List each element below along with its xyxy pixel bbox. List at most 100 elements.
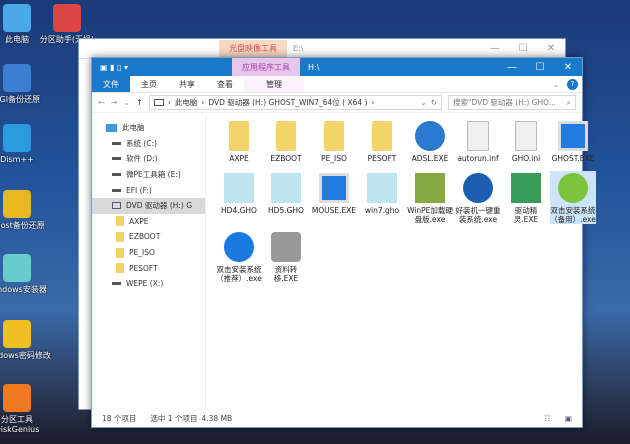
file-item[interactable]: HD5.GHO [263,171,309,215]
ghost-icon [224,173,254,203]
recent-chevron-icon[interactable]: ⌄ [123,98,130,107]
desktop-icon-label: Ghost备份还原 [0,221,45,230]
context-tab-disc-tools[interactable]: 光盘映像工具 [219,39,287,58]
globe-icon [415,121,445,151]
card-icon [511,173,541,203]
desktop-icon[interactable]: Windows安装器 [0,254,52,295]
nav-item[interactable]: PE_ISO [92,245,205,261]
nav-item-label: DVD 驱动器 (H:) G [126,201,193,211]
desktop-icon[interactable]: Dism++ [0,124,52,165]
tab-view[interactable]: 查看 [206,76,244,92]
maximize-button[interactable]: ☐ [509,43,537,54]
quick-access-toolbar[interactable]: ▣ ▮ ▯ ▾ [92,63,232,72]
address-bar[interactable]: › 此电脑 › DVD 驱动器 (H:) GHOST_WIN7_64位 ( X64 … [148,95,442,110]
nav-item[interactable]: EFI (F:) [92,182,205,198]
file-item[interactable]: 好装机一键重装系统.exe [455,171,501,224]
file-item[interactable]: AXPE [216,119,262,163]
desktop-icon-label: CGI备份还原 [0,95,41,104]
app-icon [3,64,31,92]
maximize-button[interactable]: ☐ [526,62,554,73]
tab-manage[interactable]: 管理 [244,76,304,92]
nav-item-label: PESOFT [129,263,158,273]
file-name: 双击安装系统（推荐）.exe [216,265,262,283]
nav-item[interactable]: 微PE工具箱 (E:) [92,167,205,183]
tab-share[interactable]: 共享 [168,76,206,92]
close-button[interactable]: ✕ [537,43,565,54]
close-button[interactable]: ✕ [554,62,582,73]
file-name: GHO.ini [511,154,541,163]
search-input[interactable]: 搜索"DVD 驱动器 (H:) GHO... ⌕ [448,95,576,110]
ghost-icon [367,173,397,203]
file-item[interactable]: EZBOOT [263,119,309,163]
up-arrow-icon[interactable]: ↑ [136,98,143,107]
tab-home[interactable]: 主页 [130,76,168,92]
file-item[interactable]: ADSL.EXE [407,119,453,163]
details-view-icon[interactable]: ☷ [544,414,551,423]
pc-icon [153,99,164,106]
desktop-icon[interactable]: 分区工具DiskGenius [0,384,52,435]
expand-ribbon-icon[interactable]: ⌄ [548,76,563,92]
folder-icon [324,121,344,151]
desktop-icon[interactable]: Ghost备份还原 [0,190,52,231]
back-arrow-icon[interactable]: ← [98,98,105,107]
context-tab-app-tools[interactable]: 应用程序工具 [232,58,300,76]
nav-item[interactable]: DVD 驱动器 (H:) G [92,197,205,214]
desktop-icon-label: Windows密码修改 [0,351,51,360]
desktop-icon[interactable]: CGI备份还原 [0,64,52,105]
nav-item[interactable]: AXPE [92,214,205,230]
file-item[interactable]: GHO.ini [503,119,549,163]
file-item[interactable]: GHOST.EXE [550,119,596,163]
file-name: WinPE加载硬盘版.exe [407,206,453,224]
breadcrumb-this-pc[interactable]: 此电脑 [175,97,198,108]
nav-item[interactable]: 此电脑 [92,120,205,136]
search-placeholder: 搜索"DVD 驱动器 (H:) GHO... [453,98,556,107]
file-item[interactable]: PESOFT [359,119,405,163]
window-path: E:\ [293,44,304,53]
file-item[interactable]: WinPE加载硬盘版.exe [407,171,453,224]
drive-icon [112,188,121,192]
window-icon [558,121,588,151]
nav-item[interactable]: EZBOOT [92,229,205,245]
file-item[interactable]: 驱动精灵.EXE [503,171,549,224]
minimize-button[interactable]: — [498,62,526,73]
file-item[interactable]: win7.gho [359,171,405,215]
minimize-button[interactable]: — [481,43,509,54]
nav-item[interactable]: WEPE (X:) [92,276,205,292]
forward-arrow-icon[interactable]: → [111,98,118,107]
file-item[interactable]: 资料转移.EXE [263,230,309,283]
file-item[interactable]: PE_ISO [311,119,357,163]
blue-icon [224,232,254,262]
large-icons-view-icon[interactable]: ▣ [565,414,572,423]
file-name: ADSL.EXE [411,154,449,163]
file-item[interactable]: autorun.inf [455,119,501,163]
tab-file[interactable]: 文件 [92,76,130,92]
folder-icon [116,231,124,242]
nav-item[interactable]: 系统 (C:) [92,136,205,152]
file-name: autorun.inf [457,154,499,163]
file-item[interactable]: 双击安装系统（备用）.exe [550,171,596,224]
nav-item[interactable]: PESOFT [92,260,205,276]
app-icon [3,124,31,152]
file-item[interactable]: 双击安装系统（推荐）.exe [216,230,262,283]
refresh-icon[interactable]: ↻ [431,98,437,107]
eye-icon [463,173,493,203]
help-icon[interactable]: ? [567,79,578,90]
breadcrumb-dvd-drive[interactable]: DVD 驱动器 (H:) GHOST_WIN7_64位 ( X64 ) [208,97,367,108]
file-name: GHOST.EXE [551,154,595,163]
file-list[interactable]: AXPE EZBOOT PE_ISO PESOFT ADSL.EXE autorun.in… [206,115,596,410]
nav-item-label: AXPE [129,216,149,226]
folder-icon [116,216,124,227]
selected-size: 4.38 MB [201,413,233,423]
navigation-pane[interactable]: 此电脑系统 (C:) 软件 (D:) 微PE工具箱 (E:) EFI (F:) DVD … [92,115,206,410]
file-item[interactable]: MOUSE.EXE [311,171,357,215]
dropdown-icon[interactable]: ⌄ [420,98,426,107]
file-item[interactable]: HD4.GHO [216,171,262,215]
app-icon [3,384,31,412]
desktop-icon[interactable]: Windows密码修改 [0,320,52,361]
nav-item[interactable]: 软件 (D:) [92,151,205,167]
front-explorer-window[interactable]: ▣ ▮ ▯ ▾ 应用程序工具 H:\ — ☐ ✕ 文件 主页 共享 查看 管理 … [91,57,596,428]
nav-item-label: 软件 (D:) [126,154,158,164]
nav-item-label: 此电脑 [122,123,145,133]
drive-icon [112,173,121,177]
desktop-icon-label: 分区工具DiskGenius [0,415,40,434]
